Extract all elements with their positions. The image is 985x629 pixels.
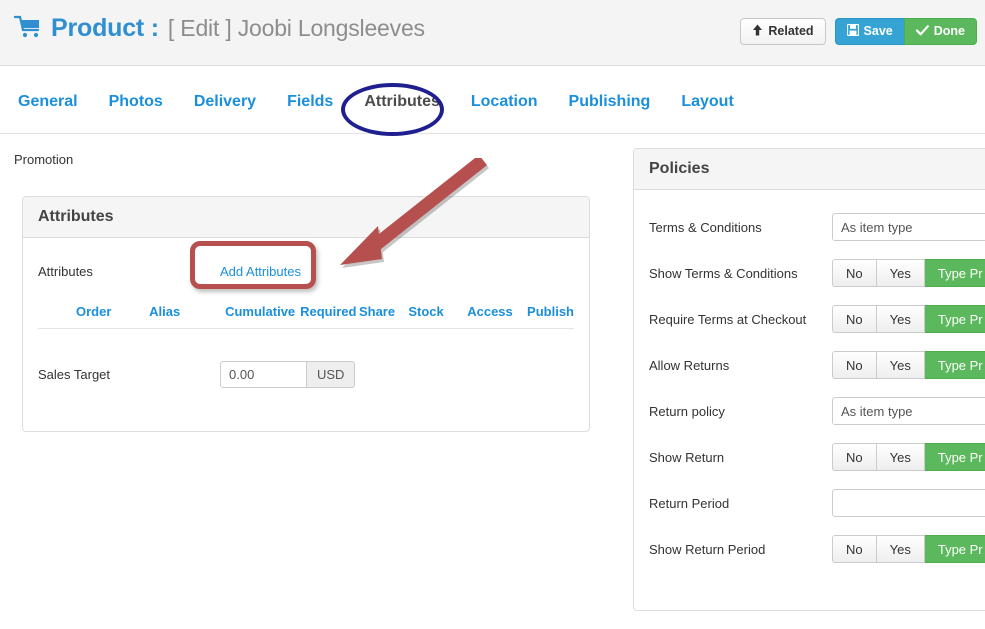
attributes-column-required[interactable]: Required bbox=[300, 304, 359, 319]
policies-panel-body: Terms & Conditions As item type Show Terms… bbox=[634, 190, 985, 586]
floppy-disk-icon bbox=[846, 24, 859, 39]
policy-label: Show Return Period bbox=[649, 541, 766, 557]
policy-option-button[interactable]: Type Pr bbox=[924, 443, 985, 471]
save-button-label: Save bbox=[863, 24, 893, 39]
attributes-row-label: Attributes bbox=[38, 263, 93, 279]
policy-button-group: No Yes Type Pr bbox=[832, 443, 985, 471]
policy-row: Show Terms & Conditions No Yes Type Pr bbox=[649, 250, 985, 296]
policy-row: Terms & Conditions As item type bbox=[649, 204, 985, 250]
policy-label: Return Period bbox=[649, 495, 730, 511]
add-attributes-link[interactable]: Add Attributes bbox=[220, 264, 301, 279]
policy-option-button[interactable]: No bbox=[832, 351, 877, 379]
related-button[interactable]: Related bbox=[740, 18, 826, 45]
policy-button-group: No Yes Type Pr bbox=[832, 351, 985, 379]
attributes-table-header-row: Order Alias Cumulative Required Share Stock Ac… bbox=[38, 304, 574, 329]
attributes-panel-body: Attributes Add Attributes Order Alias Cumu… bbox=[23, 238, 589, 402]
save-button[interactable]: Save bbox=[834, 18, 904, 45]
attributes-table: Order Alias Cumulative Required Share Stock Ac… bbox=[38, 304, 574, 329]
policy-option-button[interactable]: No bbox=[832, 259, 877, 287]
policy-option-button[interactable]: Yes bbox=[876, 535, 925, 563]
tab-bar: General Photos Delivery Fields Attributes Loc… bbox=[0, 66, 985, 134]
policy-button-group: No Yes Type Pr bbox=[832, 305, 985, 333]
done-button[interactable]: Done bbox=[903, 18, 977, 45]
policy-option-button[interactable]: Yes bbox=[876, 443, 925, 471]
policy-option-button[interactable]: No bbox=[832, 535, 877, 563]
policy-label: Terms & Conditions bbox=[649, 219, 762, 235]
tab-attributes[interactable]: Attributes bbox=[364, 93, 440, 111]
policy-option-button[interactable]: No bbox=[832, 443, 877, 471]
policy-label: Require Terms at Checkout bbox=[649, 311, 807, 327]
policy-option-button[interactable]: Type Pr bbox=[924, 305, 985, 333]
tab-location[interactable]: Location bbox=[471, 93, 538, 111]
page-title-main: Product : bbox=[51, 14, 159, 42]
sales-target-label: Sales Target bbox=[38, 367, 111, 382]
policy-select-value: As item type bbox=[841, 403, 913, 419]
sales-target-input[interactable] bbox=[220, 361, 307, 388]
attributes-column-access[interactable]: Access bbox=[467, 304, 527, 319]
sales-target-input-group: USD bbox=[220, 361, 356, 388]
tab-photos[interactable]: Photos bbox=[109, 93, 163, 111]
policy-option-button[interactable]: Type Pr bbox=[924, 535, 985, 563]
tab-layout[interactable]: Layout bbox=[681, 93, 733, 111]
policy-button-group: No Yes Type Pr bbox=[832, 259, 985, 287]
page-title-subject: [ Edit ] Joobi Longsleeves bbox=[167, 15, 425, 41]
promotion-label: Promotion bbox=[14, 152, 74, 167]
tab-list: General Photos Delivery Fields Attributes Loc… bbox=[18, 93, 734, 111]
policy-row: Show Return No Yes Type Pr bbox=[649, 434, 985, 480]
attributes-add-row: Attributes Add Attributes bbox=[38, 252, 574, 290]
attributes-panel-heading: Attributes bbox=[23, 197, 589, 238]
attributes-column-share[interactable]: Share bbox=[359, 304, 408, 319]
policy-option-button[interactable]: Yes bbox=[876, 259, 925, 287]
policy-option-button[interactable]: Type Pr bbox=[924, 351, 985, 379]
attributes-column-alias[interactable]: Alias bbox=[149, 304, 225, 319]
policy-option-button[interactable]: Yes bbox=[876, 351, 925, 379]
header-actions: Related Save Done bbox=[740, 18, 977, 45]
tab-publishing[interactable]: Publishing bbox=[569, 93, 651, 111]
policy-select[interactable]: As item type bbox=[832, 397, 985, 425]
policy-button-group: No Yes Type Pr bbox=[832, 535, 985, 563]
policy-row: Allow Returns No Yes Type Pr bbox=[649, 342, 985, 388]
policy-option-button[interactable]: Yes bbox=[876, 305, 925, 333]
related-button-label: Related bbox=[768, 24, 814, 39]
policies-panel: Policies Terms & Conditions As item type S… bbox=[633, 148, 985, 611]
policy-label: Return policy bbox=[649, 403, 725, 419]
sales-target-currency-addon: USD bbox=[307, 361, 356, 388]
policy-label: Allow Returns bbox=[649, 357, 730, 373]
policy-label: Show Terms & Conditions bbox=[649, 265, 798, 281]
policy-text-input[interactable] bbox=[832, 489, 985, 517]
policy-select[interactable]: As item type bbox=[832, 213, 985, 241]
tab-fields[interactable]: Fields bbox=[287, 93, 333, 111]
arrow-up-icon bbox=[752, 24, 763, 39]
policy-row: Return policy As item type bbox=[649, 388, 985, 434]
sales-target-row: Sales Target USD bbox=[38, 361, 574, 388]
attributes-panel: Attributes Attributes Add Attributes Ord… bbox=[22, 196, 590, 432]
policy-label: Show Return bbox=[649, 449, 725, 465]
page-title: Product : [ Edit ] Joobi Longsleeves bbox=[13, 14, 425, 43]
policy-option-button[interactable]: No bbox=[832, 305, 877, 333]
attributes-column-publish[interactable]: Publish bbox=[527, 304, 574, 319]
done-button-label: Done bbox=[933, 24, 965, 39]
policy-row: Require Terms at Checkout No Yes Type Pr bbox=[649, 296, 985, 342]
shopping-cart-icon bbox=[13, 15, 42, 42]
policy-select-value: As item type bbox=[841, 219, 913, 235]
check-icon bbox=[915, 24, 929, 39]
tab-general[interactable]: General bbox=[18, 93, 78, 111]
tab-delivery[interactable]: Delivery bbox=[194, 93, 256, 111]
policy-row: Show Return Period No Yes Type Pr bbox=[649, 526, 985, 572]
policies-panel-heading: Policies bbox=[634, 149, 985, 190]
page-header: Product : [ Edit ] Joobi Longsleeves Rel… bbox=[0, 0, 985, 66]
attributes-column-stock[interactable]: Stock bbox=[408, 304, 467, 319]
attributes-column-cumulative[interactable]: Cumulative bbox=[225, 304, 300, 319]
policy-option-button[interactable]: Type Pr bbox=[924, 259, 985, 287]
attributes-column-order[interactable]: Order bbox=[76, 304, 149, 319]
policy-row: Return Period bbox=[649, 480, 985, 526]
